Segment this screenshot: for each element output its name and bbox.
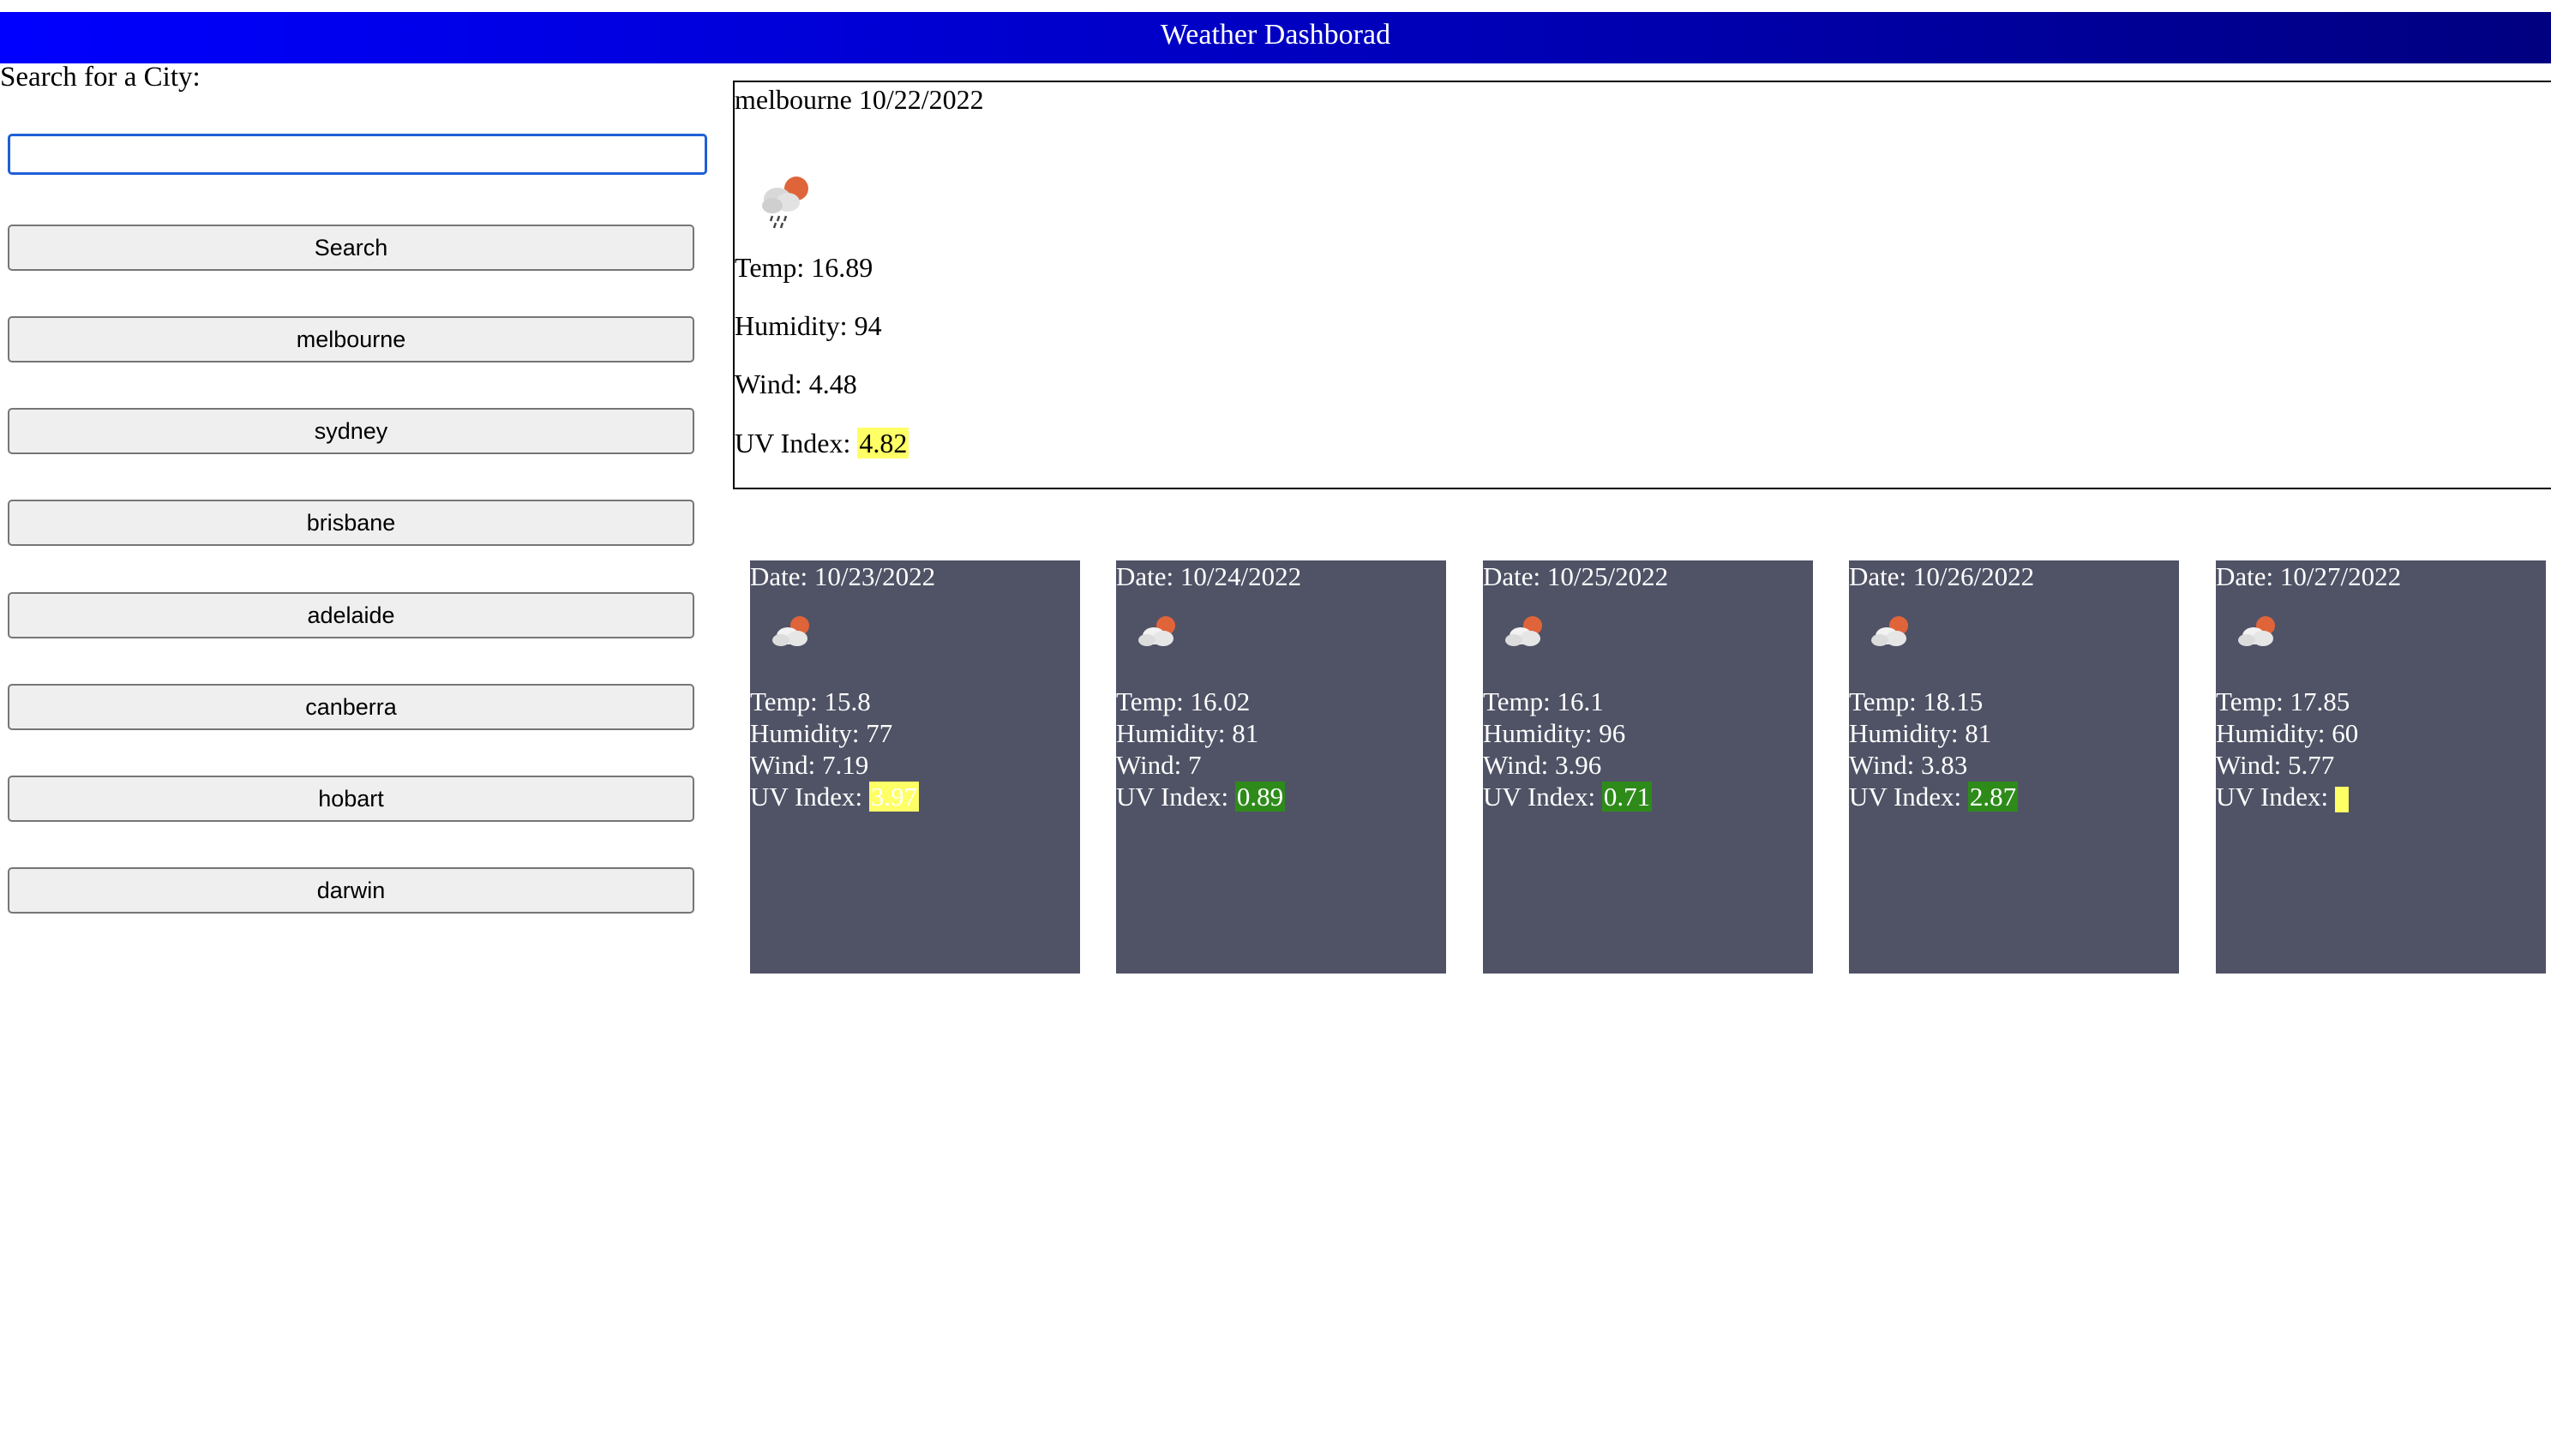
forecast-humidity: Humidity: 81 (1116, 718, 1259, 748)
forecast-uv-label: UV Index: (2216, 782, 2335, 812)
forecast-humidity: Humidity: 81 (1849, 718, 1992, 748)
forecast-uv-label: UV Index: (1483, 782, 1602, 812)
forecast-card: Date: 10/25/2022 Temp: 16.1 Humidity: 96 Wi… (1483, 560, 1813, 974)
forecast-uv: UV Index: 0.89 (1116, 781, 1286, 812)
forecast-wind: Wind: 5.77 (2216, 750, 2335, 780)
history-button-hobart[interactable]: hobart (8, 776, 694, 822)
current-temp: Temp: 16.89 (735, 252, 873, 283)
forecast-wind: Wind: 7 (1116, 750, 1202, 780)
current-humidity: Humidity: 94 (735, 310, 882, 341)
forecast-uv-label: UV Index: (1849, 782, 1968, 812)
cloud-sun-icon (2238, 616, 2275, 646)
forecast-temp: Temp: 16.02 (1116, 686, 1251, 716)
current-weather-panel: melbourne 10/22/2022 Temp: 16.89 Humidit… (733, 81, 2551, 489)
current-uv: UV Index: 4.82 (735, 428, 909, 459)
forecast-uv-badge (2334, 786, 2349, 812)
forecast-card: Date: 10/24/2022 Temp: 16.02 Humidity: 81 W… (1116, 560, 1446, 974)
forecast-uv: UV Index: 2.87 (1849, 781, 2019, 812)
forecast-temp: Temp: 16.1 (1483, 686, 1604, 716)
forecast-uv-badge: 2.87 (1967, 782, 2019, 812)
cloud-sun-icon (1138, 616, 1175, 646)
cloud-sun-icon (1505, 616, 1542, 646)
forecast-uv: UV Index: 0.71 (1483, 781, 1653, 812)
history-button-canberra[interactable]: canberra (8, 684, 694, 730)
forecast-uv: UV Index: (2216, 781, 2358, 812)
cloud-sun-icon (772, 616, 809, 646)
forecast-temp: Temp: 18.15 (1849, 686, 1984, 716)
forecast-date: Date: 10/23/2022 (750, 561, 936, 591)
forecast-uv-label: UV Index: (1116, 782, 1235, 812)
forecast-uv: UV Index: 3.97 (750, 781, 920, 812)
current-city-date: melbourne 10/22/2022 (735, 84, 984, 115)
history-button-brisbane[interactable]: brisbane (8, 500, 694, 546)
forecast-date: Date: 10/27/2022 (2216, 561, 2402, 591)
forecast-card: Date: 10/23/2022 Temp: 15.8 Humidity: 77 Wi… (750, 560, 1080, 974)
page-header: Weather Dashborad (0, 12, 2551, 63)
cloud-sun-icon (1871, 616, 1908, 646)
forecast-temp: Temp: 15.8 (750, 686, 871, 716)
search-button[interactable]: Search (8, 225, 694, 271)
forecast-date: Date: 10/24/2022 (1116, 561, 1302, 591)
history-button-darwin[interactable]: darwin (8, 867, 694, 914)
forecast-wind: Wind: 3.96 (1483, 750, 1602, 780)
forecast-card: Date: 10/27/2022 Temp: 17.85 Humidity: 60 W… (2216, 560, 2546, 974)
history-button-melbourne[interactable]: melbourne (8, 316, 694, 363)
forecast-date: Date: 10/25/2022 (1483, 561, 1669, 591)
forecast-humidity: Humidity: 60 (2216, 718, 2359, 748)
forecast-uv-badge: 3.97 (868, 782, 920, 812)
current-uv-badge: 4.82 (857, 428, 909, 458)
forecast-humidity: Humidity: 77 (750, 718, 893, 748)
history-button-sydney[interactable]: sydney (8, 408, 694, 454)
search-label: Search for a City: (0, 62, 201, 93)
history-button-adelaide[interactable]: adelaide (8, 592, 694, 638)
forecast-temp: Temp: 17.85 (2216, 686, 2350, 716)
forecast-uv-badge: 0.89 (1234, 782, 1286, 812)
forecast-wind: Wind: 3.83 (1849, 750, 1968, 780)
current-wind: Wind: 4.48 (735, 368, 857, 399)
forecast-card: Date: 10/26/2022 Temp: 18.15 Humidity: 81 W… (1849, 560, 2179, 974)
forecast-date: Date: 10/26/2022 (1849, 561, 2035, 591)
forecast-humidity: Humidity: 96 (1483, 718, 1626, 748)
page-title: Weather Dashborad (1160, 19, 1391, 51)
forecast-wind: Wind: 7.19 (750, 750, 869, 780)
forecast-uv-badge: 0.71 (1601, 782, 1653, 812)
forecast-uv-label: UV Index: (750, 782, 869, 812)
rain-cloud-sun-icon (762, 177, 808, 229)
current-uv-label: UV Index: (735, 428, 858, 458)
search-input[interactable] (8, 134, 707, 175)
